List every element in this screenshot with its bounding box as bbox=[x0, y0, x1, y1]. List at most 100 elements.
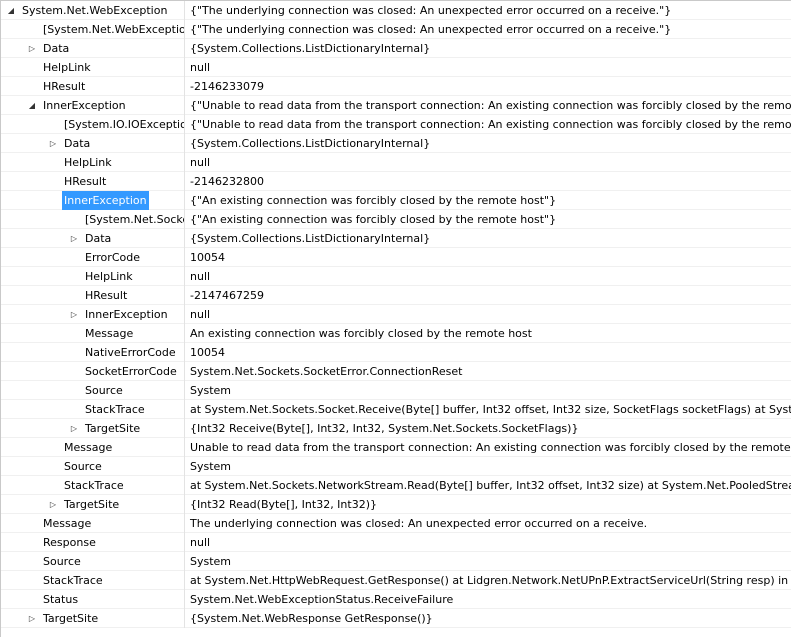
tree-row[interactable]: ▷ TargetSite {Int32 Receive(Byte[], Int32,… bbox=[1, 419, 791, 438]
collapse-arrow-icon[interactable]: ◢ bbox=[47, 191, 59, 210]
tree-row[interactable]: Response null bbox=[1, 533, 791, 552]
property-name: InnerException bbox=[62, 191, 149, 210]
name-cell: Status bbox=[1, 590, 185, 609]
name-cell: Source bbox=[1, 552, 185, 571]
tree-row[interactable]: ◢ InnerException {"An existing connection … bbox=[1, 191, 791, 210]
property-name: HResult bbox=[64, 175, 107, 188]
tree-row[interactable]: ▷ TargetSite {System.Net.WebResponse GetRe… bbox=[1, 609, 791, 628]
property-value: The underlying connection was closed: An… bbox=[190, 517, 648, 530]
tree-row[interactable]: NativeErrorCode 10054 bbox=[1, 343, 791, 362]
tree-row[interactable]: ▷ InnerException null bbox=[1, 305, 791, 324]
name-cell: HelpLink bbox=[1, 58, 185, 77]
tree-row[interactable]: Message An existing connection was forcib… bbox=[1, 324, 791, 343]
tree-row[interactable]: [System.IO.IOException] {"Unable to read … bbox=[1, 115, 791, 134]
property-value: An existing connection was forcibly clos… bbox=[190, 327, 532, 340]
property-value: {"Unable to read data from the transport… bbox=[190, 99, 791, 112]
collapse-arrow-icon[interactable]: ◢ bbox=[26, 96, 38, 115]
property-name: HResult bbox=[43, 80, 86, 93]
name-cell: ErrorCode bbox=[1, 248, 185, 267]
tree-row[interactable]: StackTrace at System.Net.Sockets.Socket.… bbox=[1, 400, 791, 419]
name-cell: Message bbox=[1, 438, 185, 457]
tree-row[interactable]: HelpLink null bbox=[1, 267, 791, 286]
name-cell: [System.IO.IOException] bbox=[1, 115, 185, 134]
property-name: [System.Net.Sockets.SocketException] bbox=[85, 213, 185, 226]
name-cell: [System.Net.WebException] bbox=[1, 20, 185, 39]
property-name: Response bbox=[43, 536, 96, 549]
property-name: Message bbox=[43, 517, 92, 530]
tree-row[interactable]: HelpLink null bbox=[1, 58, 791, 77]
property-value: System bbox=[190, 460, 232, 473]
name-cell: StackTrace bbox=[1, 400, 185, 419]
property-name: InnerException bbox=[85, 308, 168, 321]
exception-watch-tree: ◢ System.Net.WebException {"The underlying… bbox=[0, 0, 791, 637]
tree-row[interactable]: ErrorCode 10054 bbox=[1, 248, 791, 267]
tree-row[interactable]: HResult -2146233079 bbox=[1, 77, 791, 96]
tree-row[interactable]: StackTrace at System.Net.Sockets.Network… bbox=[1, 476, 791, 495]
property-name: Message bbox=[85, 327, 134, 340]
tree-row[interactable]: ▷ Data {System.Collections.ListDictionaryI… bbox=[1, 134, 791, 153]
name-cell: ▷ Data bbox=[1, 229, 185, 248]
tree-row[interactable]: ▷ TargetSite {Int32 Read(Byte[], Int32, In… bbox=[1, 495, 791, 514]
expand-arrow-icon[interactable]: ▷ bbox=[26, 609, 38, 628]
collapse-arrow-icon[interactable]: ◢ bbox=[5, 1, 17, 20]
name-cell: ▷ InnerException bbox=[1, 305, 185, 324]
tree-row[interactable]: StackTrace at System.Net.HttpWebRequest.… bbox=[1, 571, 791, 590]
property-value: 10054 bbox=[190, 346, 225, 359]
expand-arrow-icon[interactable]: ▷ bbox=[47, 134, 59, 153]
name-cell: ◢ InnerException bbox=[1, 96, 185, 115]
property-name: Source bbox=[64, 460, 102, 473]
name-cell: StackTrace bbox=[1, 571, 185, 590]
property-name: HelpLink bbox=[43, 61, 91, 74]
property-value: {"Unable to read data from the transport… bbox=[190, 118, 791, 131]
tree-row[interactable]: [System.Net.Sockets.SocketException] {"An… bbox=[1, 210, 791, 229]
property-value: -2146233079 bbox=[190, 80, 264, 93]
property-name: NativeErrorCode bbox=[85, 346, 176, 359]
tree-row[interactable]: HelpLink null bbox=[1, 153, 791, 172]
tree-row[interactable]: [System.Net.WebException] {"The underlyin… bbox=[1, 20, 791, 39]
name-cell: ▷ TargetSite bbox=[1, 609, 185, 628]
tree-row[interactable]: HResult -2147467259 bbox=[1, 286, 791, 305]
tree-row[interactable]: HResult -2146232800 bbox=[1, 172, 791, 191]
name-cell: [System.Net.Sockets.SocketException] bbox=[1, 210, 185, 229]
name-cell: HResult bbox=[1, 77, 185, 96]
name-cell: Source bbox=[1, 457, 185, 476]
property-name: Source bbox=[43, 555, 81, 568]
name-cell: Response bbox=[1, 533, 185, 552]
property-value: {System.Collections.ListDictionaryIntern… bbox=[190, 137, 431, 150]
tree-row[interactable]: Source System bbox=[1, 552, 791, 571]
property-name: TargetSite bbox=[85, 422, 141, 435]
property-name: TargetSite bbox=[64, 498, 120, 511]
property-name: StackTrace bbox=[64, 479, 124, 492]
tree-row[interactable]: Source System bbox=[1, 381, 791, 400]
property-value: null bbox=[190, 61, 211, 74]
property-name: Data bbox=[43, 42, 70, 55]
property-value: System.Net.WebExceptionStatus.ReceiveFai… bbox=[190, 593, 454, 606]
expand-arrow-icon[interactable]: ▷ bbox=[68, 305, 80, 324]
name-cell: SocketErrorCode bbox=[1, 362, 185, 381]
expand-arrow-icon[interactable]: ▷ bbox=[47, 495, 59, 514]
expand-arrow-icon[interactable]: ▷ bbox=[68, 229, 80, 248]
property-name: Data bbox=[85, 232, 112, 245]
property-value: System bbox=[190, 384, 232, 397]
property-value: {System.Net.WebResponse GetResponse()} bbox=[190, 612, 433, 625]
tree-row[interactable]: Status System.Net.WebExceptionStatus.Rece… bbox=[1, 590, 791, 609]
property-value: -2146232800 bbox=[190, 175, 264, 188]
tree-row[interactable]: SocketErrorCode System.Net.Sockets.Socket… bbox=[1, 362, 791, 381]
property-name: Message bbox=[64, 441, 113, 454]
tree-row[interactable]: Message Unable to read data from the tran… bbox=[1, 438, 791, 457]
property-value: 10054 bbox=[190, 251, 225, 264]
property-value: {System.Collections.ListDictionaryIntern… bbox=[190, 42, 431, 55]
property-value: {Int32 Read(Byte[], Int32, Int32)} bbox=[190, 498, 377, 511]
tree-row[interactable]: ◢ System.Net.WebException {"The underlying… bbox=[1, 1, 791, 20]
tree-row[interactable]: Source System bbox=[1, 457, 791, 476]
property-value: at System.Net.Sockets.NetworkStream.Read… bbox=[190, 479, 791, 492]
name-cell: ▷ TargetSite bbox=[1, 419, 185, 438]
tree-row[interactable]: Message The underlying connection was clo… bbox=[1, 514, 791, 533]
tree-row[interactable]: ▷ Data {System.Collections.ListDictionaryI… bbox=[1, 229, 791, 248]
tree-row[interactable]: ◢ InnerException {"Unable to read data fro… bbox=[1, 96, 791, 115]
expand-arrow-icon[interactable]: ▷ bbox=[26, 39, 38, 58]
name-cell: HelpLink bbox=[1, 267, 185, 286]
expand-arrow-icon[interactable]: ▷ bbox=[68, 419, 80, 438]
tree-row[interactable]: ▷ Data {System.Collections.ListDictionaryI… bbox=[1, 39, 791, 58]
property-value: System.Net.Sockets.SocketError.Connectio… bbox=[190, 365, 463, 378]
